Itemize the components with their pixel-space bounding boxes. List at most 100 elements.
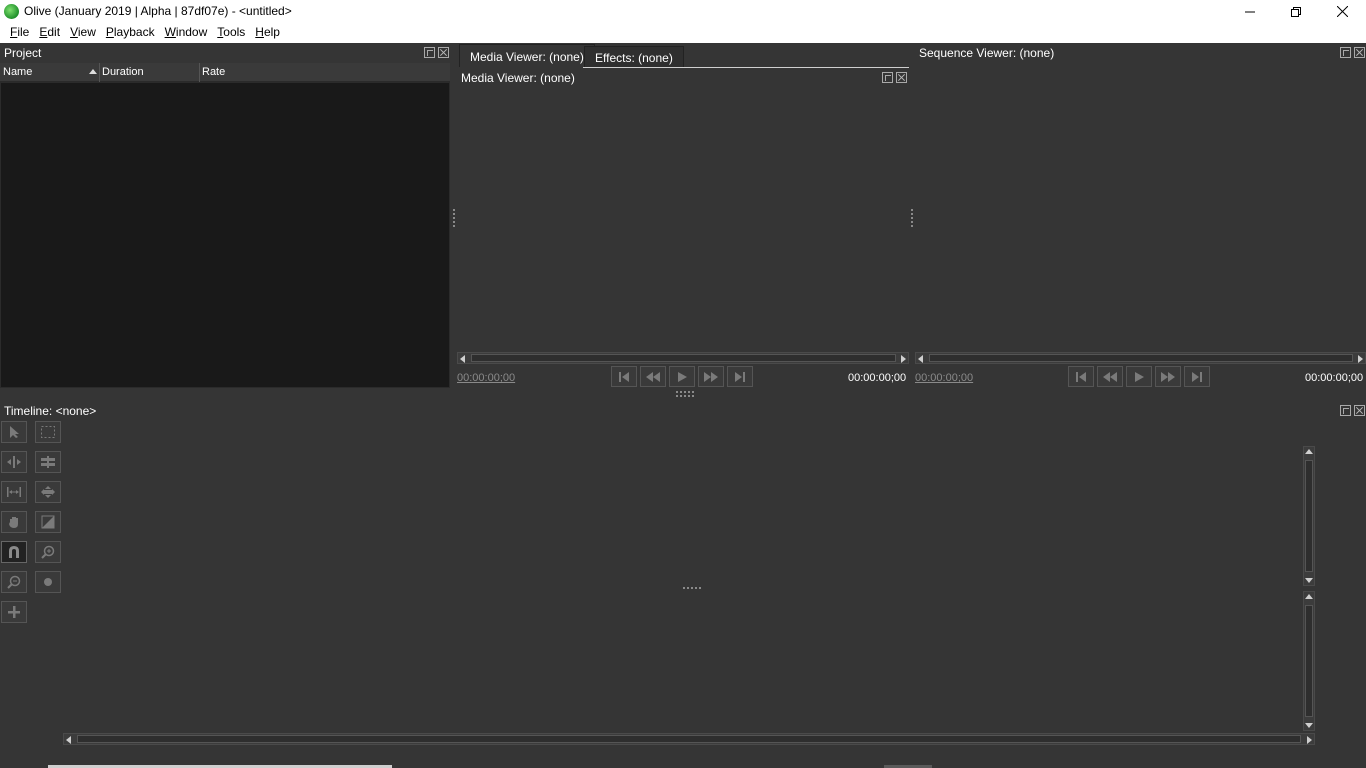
scroll-left-icon[interactable] — [460, 355, 465, 363]
zoom-in-button[interactable] — [35, 541, 61, 563]
tab-media-viewer[interactable]: Media Viewer: (none) — [459, 44, 595, 67]
slide-tool-icon — [41, 486, 55, 498]
scrollbar-track[interactable] — [471, 354, 896, 362]
project-dock-controls — [424, 47, 449, 58]
zoom-out-button[interactable] — [1, 571, 27, 593]
minimize-icon — [1245, 11, 1255, 12]
scroll-down-icon[interactable] — [1305, 723, 1313, 728]
media-fast-forward-button[interactable] — [698, 366, 724, 387]
snapping-toggle[interactable] — [1, 541, 27, 563]
media-go-to-end-button[interactable] — [727, 366, 753, 387]
scroll-left-icon[interactable] — [918, 355, 923, 363]
sequence-viewer-title: Sequence Viewer: (none) — [919, 46, 1055, 60]
restore-button[interactable] — [1273, 0, 1319, 23]
olive-logo-icon — [4, 4, 19, 19]
column-divider[interactable] — [99, 63, 100, 82]
transition-tool-icon — [41, 515, 55, 529]
hand-tool-button[interactable] — [1, 511, 27, 533]
column-header-rate[interactable]: Rate — [202, 66, 225, 78]
scroll-left-icon[interactable] — [66, 736, 71, 744]
panel-splitter-handle[interactable] — [676, 391, 694, 393]
sequence-play-button[interactable] — [1126, 366, 1152, 387]
slide-tool-button[interactable] — [35, 481, 61, 503]
column-header-duration[interactable]: Duration — [102, 66, 144, 78]
scrollbar-track[interactable] — [929, 354, 1353, 362]
scroll-right-icon[interactable] — [901, 355, 906, 363]
media-go-to-start-button[interactable] — [611, 366, 637, 387]
timeline-panel-title: Timeline: <none> — [4, 404, 97, 418]
float-panel-icon[interactable] — [1340, 405, 1351, 416]
scroll-right-icon[interactable] — [1358, 355, 1363, 363]
menu-playback[interactable]: Playback — [101, 23, 160, 43]
menu-tools[interactable]: Tools — [212, 23, 250, 43]
menu-file[interactable]: File — [5, 23, 34, 43]
tab-effects[interactable]: Effects: (none) — [584, 46, 684, 67]
track-splitter-handle[interactable] — [683, 587, 701, 589]
rewind-icon — [1103, 371, 1117, 382]
media-viewer-scrollbar[interactable] — [457, 352, 909, 364]
menu-view[interactable]: View — [65, 23, 101, 43]
ripple-tool-button[interactable] — [1, 451, 27, 473]
go-to-start-icon — [619, 371, 629, 382]
scrollbar-track[interactable] — [1305, 460, 1313, 572]
sequence-fast-forward-button[interactable] — [1155, 366, 1181, 387]
zoom-out-icon — [7, 575, 21, 589]
close-panel-icon[interactable] — [896, 72, 907, 83]
slip-tool-button[interactable] — [1, 481, 27, 503]
edit-tool-icon — [41, 426, 55, 438]
media-rewind-button[interactable] — [640, 366, 666, 387]
close-panel-icon[interactable] — [1354, 47, 1365, 58]
close-panel-icon[interactable] — [1354, 405, 1365, 416]
slip-tool-icon — [7, 487, 21, 497]
audio-tracks-scrollbar[interactable] — [1303, 591, 1315, 731]
media-viewer-current-timecode[interactable]: 00:00:00;00 — [457, 372, 515, 384]
close-panel-icon[interactable] — [438, 47, 449, 58]
edit-tool-button[interactable] — [35, 421, 61, 443]
panel-splitter-handle[interactable] — [676, 395, 694, 397]
timeline-horizontal-scrollbar[interactable] — [63, 733, 1315, 745]
menu-help[interactable]: Help — [250, 23, 285, 43]
float-panel-icon[interactable] — [424, 47, 435, 58]
sequence-viewer-scrollbar[interactable] — [915, 352, 1366, 364]
play-icon — [1135, 371, 1144, 382]
record-button[interactable] — [35, 571, 61, 593]
tab-media-viewer-label: Media Viewer: (none) — [470, 50, 584, 64]
menu-edit[interactable]: Edit — [34, 23, 65, 43]
scroll-down-icon[interactable] — [1305, 578, 1313, 583]
project-table-header: Name Duration Rate — [0, 63, 450, 82]
transition-tool-button[interactable] — [35, 511, 61, 533]
add-icon — [8, 606, 20, 618]
scroll-up-icon[interactable] — [1305, 449, 1313, 454]
sequence-go-to-end-button[interactable] — [1184, 366, 1210, 387]
go-to-start-icon — [1076, 371, 1086, 382]
close-button[interactable] — [1319, 0, 1365, 23]
record-icon — [44, 578, 52, 586]
pointer-tool-button[interactable] — [1, 421, 27, 443]
panel-splitter-handle[interactable] — [911, 209, 913, 227]
sequence-viewer-current-timecode[interactable]: 00:00:00;00 — [915, 372, 973, 384]
scroll-up-icon[interactable] — [1305, 594, 1313, 599]
sequence-rewind-button[interactable] — [1097, 366, 1123, 387]
sort-ascending-icon — [89, 69, 97, 74]
menu-window[interactable]: Window — [160, 23, 213, 43]
video-tracks-scrollbar[interactable] — [1303, 446, 1315, 586]
minimize-button[interactable] — [1227, 0, 1273, 23]
float-panel-icon[interactable] — [882, 72, 893, 83]
add-button[interactable] — [1, 601, 27, 623]
razor-tool-button[interactable] — [35, 451, 61, 473]
scrollbar-track[interactable] — [77, 735, 1301, 743]
scrollbar-track[interactable] — [1305, 605, 1313, 717]
pointer-tool-icon — [10, 426, 19, 438]
fast-forward-icon — [1161, 371, 1175, 382]
sequence-viewer-dock-controls — [1340, 47, 1365, 58]
float-panel-icon[interactable] — [1340, 47, 1351, 58]
panel-splitter-handle[interactable] — [453, 209, 455, 227]
project-media-list[interactable] — [0, 82, 450, 388]
column-header-name[interactable]: Name — [3, 66, 32, 78]
sequence-go-to-start-button[interactable] — [1068, 366, 1094, 387]
title-bar: Olive (January 2019 | Alpha | 87df07e) -… — [0, 0, 1366, 23]
media-play-button[interactable] — [669, 366, 695, 387]
scroll-right-icon[interactable] — [1307, 736, 1312, 744]
ripple-tool-icon — [7, 456, 21, 468]
column-divider[interactable] — [199, 63, 200, 82]
